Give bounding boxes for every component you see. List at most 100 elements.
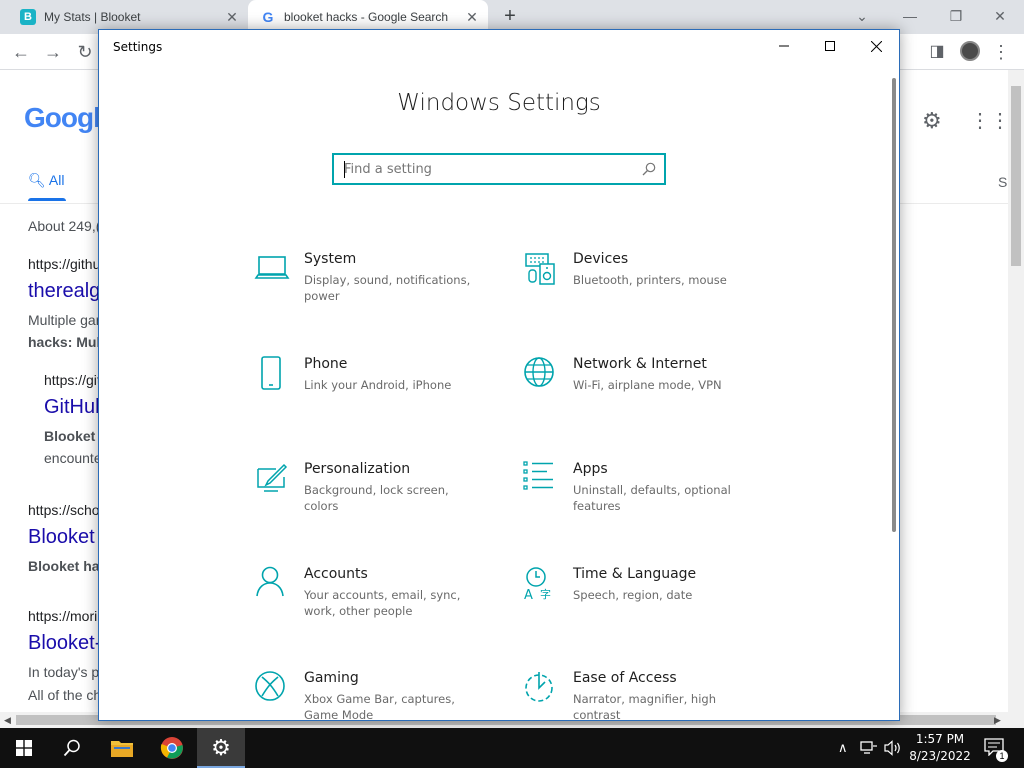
result-title[interactable]: Blooket- [28, 632, 101, 655]
result-title[interactable]: GitHub [44, 396, 106, 419]
laptop-icon [254, 256, 290, 279]
devices-icon [525, 253, 555, 285]
file-explorer-button[interactable] [98, 728, 146, 768]
chrome-taskbar-button[interactable] [148, 728, 196, 768]
settings-category-accounts[interactable]: Accounts Your accounts, email, sync, wor… [254, 566, 494, 646]
window-title: Settings [113, 40, 163, 54]
category-name: Time & Language [573, 566, 697, 582]
result-url[interactable]: https://mori [28, 608, 97, 624]
new-tab-button[interactable]: + [500, 6, 520, 26]
category-description: Uninstall, defaults, optional features [573, 483, 731, 513]
chrome-restore-icon[interactable]: ❐ [946, 6, 966, 26]
result-snippet: Blooket ha [28, 558, 100, 574]
category-name: Apps [573, 461, 608, 477]
scrollbar-thumb[interactable] [1011, 86, 1021, 266]
settings-search-box[interactable] [332, 153, 666, 185]
settings-category-apps[interactable]: Apps Uninstall, defaults, optional featu… [523, 461, 763, 541]
start-button[interactable] [0, 728, 48, 768]
category-description: Bluetooth, printers, mouse [573, 273, 727, 287]
chrome-menu-icon[interactable]: ⋮ [990, 42, 1012, 62]
category-name: Accounts [304, 566, 368, 582]
result-url[interactable]: https://scho [28, 502, 100, 518]
search-icon[interactable] [642, 162, 656, 176]
category-description: Xbox Game Bar, captures, Game Mode [304, 692, 455, 721]
google-favicon-icon: G [262, 9, 274, 25]
category-description: Your accounts, email, sync, work, other … [304, 588, 461, 618]
volume-icon[interactable] [884, 728, 902, 768]
side-panel-icon[interactable]: ◨ [926, 42, 948, 62]
show-hidden-icons-chevron-icon[interactable]: ∧ [838, 728, 848, 768]
tab-search-chevron-icon[interactable]: ⌄ [852, 6, 872, 26]
settings-taskbar-button[interactable]: ⚙ [197, 728, 245, 768]
folder-icon [111, 741, 133, 757]
settings-category-network[interactable]: Network & Internet Wi-Fi, airplane mode,… [523, 356, 763, 436]
result-url[interactable]: https://git [44, 372, 101, 388]
result-snippet: hacks: Mult [28, 334, 106, 350]
svg-text:字: 字 [540, 587, 551, 601]
chrome-minimize-icon[interactable]: — [900, 6, 920, 26]
settings-category-gaming[interactable]: Gaming Xbox Game Bar, captures, Game Mod… [254, 670, 494, 721]
scroll-right-icon[interactable]: ▶ [994, 715, 1001, 726]
result-title[interactable]: therealg [28, 280, 100, 303]
vertical-scrollbar[interactable] [1008, 70, 1024, 714]
settings-category-devices[interactable]: Devices Bluetooth, printers, mouse [523, 251, 763, 331]
chrome-close-icon[interactable]: ✕ [990, 6, 1010, 26]
windows-logo-icon [16, 740, 32, 756]
settings-category-time-language[interactable]: A 字 Time & Language Speech, region, date [523, 566, 763, 646]
category-description: Display, sound, notifications, power [304, 273, 471, 303]
network-icon[interactable] [860, 728, 878, 768]
blooket-favicon-icon: B [20, 9, 36, 25]
system-clock[interactable]: 1:57 PM 8/23/2022 [906, 731, 974, 765]
search-input[interactable] [344, 160, 634, 178]
settings-category-phone[interactable]: Phone Link your Android, iPhone [254, 356, 494, 436]
scroll-left-icon[interactable]: ◀ [4, 715, 11, 726]
text-caret [344, 161, 345, 178]
result-url[interactable]: https://githu [28, 256, 100, 272]
result-title[interactable]: Blooket [28, 526, 95, 549]
time-language-icon: A 字 [524, 567, 551, 602]
back-arrow-icon[interactable]: ← [10, 42, 32, 62]
google-logo[interactable]: Googl [24, 102, 101, 134]
globe-icon [524, 357, 554, 387]
paint-icon [257, 463, 288, 492]
category-name: Network & Internet [573, 356, 707, 372]
reload-icon[interactable]: ↻ [74, 42, 96, 62]
settings-category-ease-of-access[interactable]: Ease of Access Narrator, magnifier, high… [523, 670, 763, 721]
windows-taskbar: ⚙ ∧ 1:57 PM 8/23/2022 1 [0, 728, 1024, 768]
apps-list-icon [523, 461, 553, 490]
search-tab-partial[interactable]: S [998, 174, 1007, 190]
settings-category-personalization[interactable]: Personalization Background, lock screen,… [254, 461, 494, 541]
settings-category-system[interactable]: System Display, sound, notifications, po… [254, 251, 494, 331]
profile-avatar[interactable] [960, 41, 980, 61]
result-snippet: All of the ch [28, 687, 102, 703]
clock-time: 1:57 PM [915, 732, 965, 746]
gear-icon[interactable]: ⚙ [922, 108, 942, 134]
category-name: Ease of Access [573, 670, 677, 686]
category-name: Gaming [304, 670, 359, 686]
apps-grid-icon[interactable]: ⋮⋮ [970, 108, 1010, 133]
settings-scrollbar[interactable] [892, 78, 896, 532]
search-tab-all[interactable]: 🔍︎ All [28, 172, 67, 201]
close-button[interactable] [853, 30, 899, 62]
phone-icon [261, 356, 281, 390]
gear-icon: ⚙ [211, 735, 231, 760]
chrome-tab-title: My Stats | Blooket [44, 10, 141, 24]
category-name: Devices [573, 251, 629, 267]
search-icon: 🔍︎ [28, 172, 46, 188]
category-name: Personalization [304, 461, 411, 477]
category-description: Link your Android, iPhone [304, 378, 452, 392]
tab-close-icon[interactable]: ✕ [464, 9, 480, 25]
category-description: Narrator, magnifier, high contrast [573, 692, 716, 721]
chrome-icon [160, 737, 183, 759]
clock-date: 8/23/2022 [909, 749, 971, 763]
maximize-button[interactable] [807, 30, 853, 62]
person-icon [256, 566, 284, 597]
svg-text:A: A [524, 588, 533, 602]
minimize-button[interactable] [761, 30, 807, 62]
category-description: Wi-Fi, airplane mode, VPN [573, 378, 722, 392]
taskbar-search-button[interactable] [48, 728, 96, 768]
ease-of-access-icon [525, 672, 553, 702]
forward-arrow-icon[interactable]: → [42, 42, 64, 62]
tab-close-icon[interactable]: ✕ [224, 9, 240, 25]
category-name: System [304, 251, 357, 267]
